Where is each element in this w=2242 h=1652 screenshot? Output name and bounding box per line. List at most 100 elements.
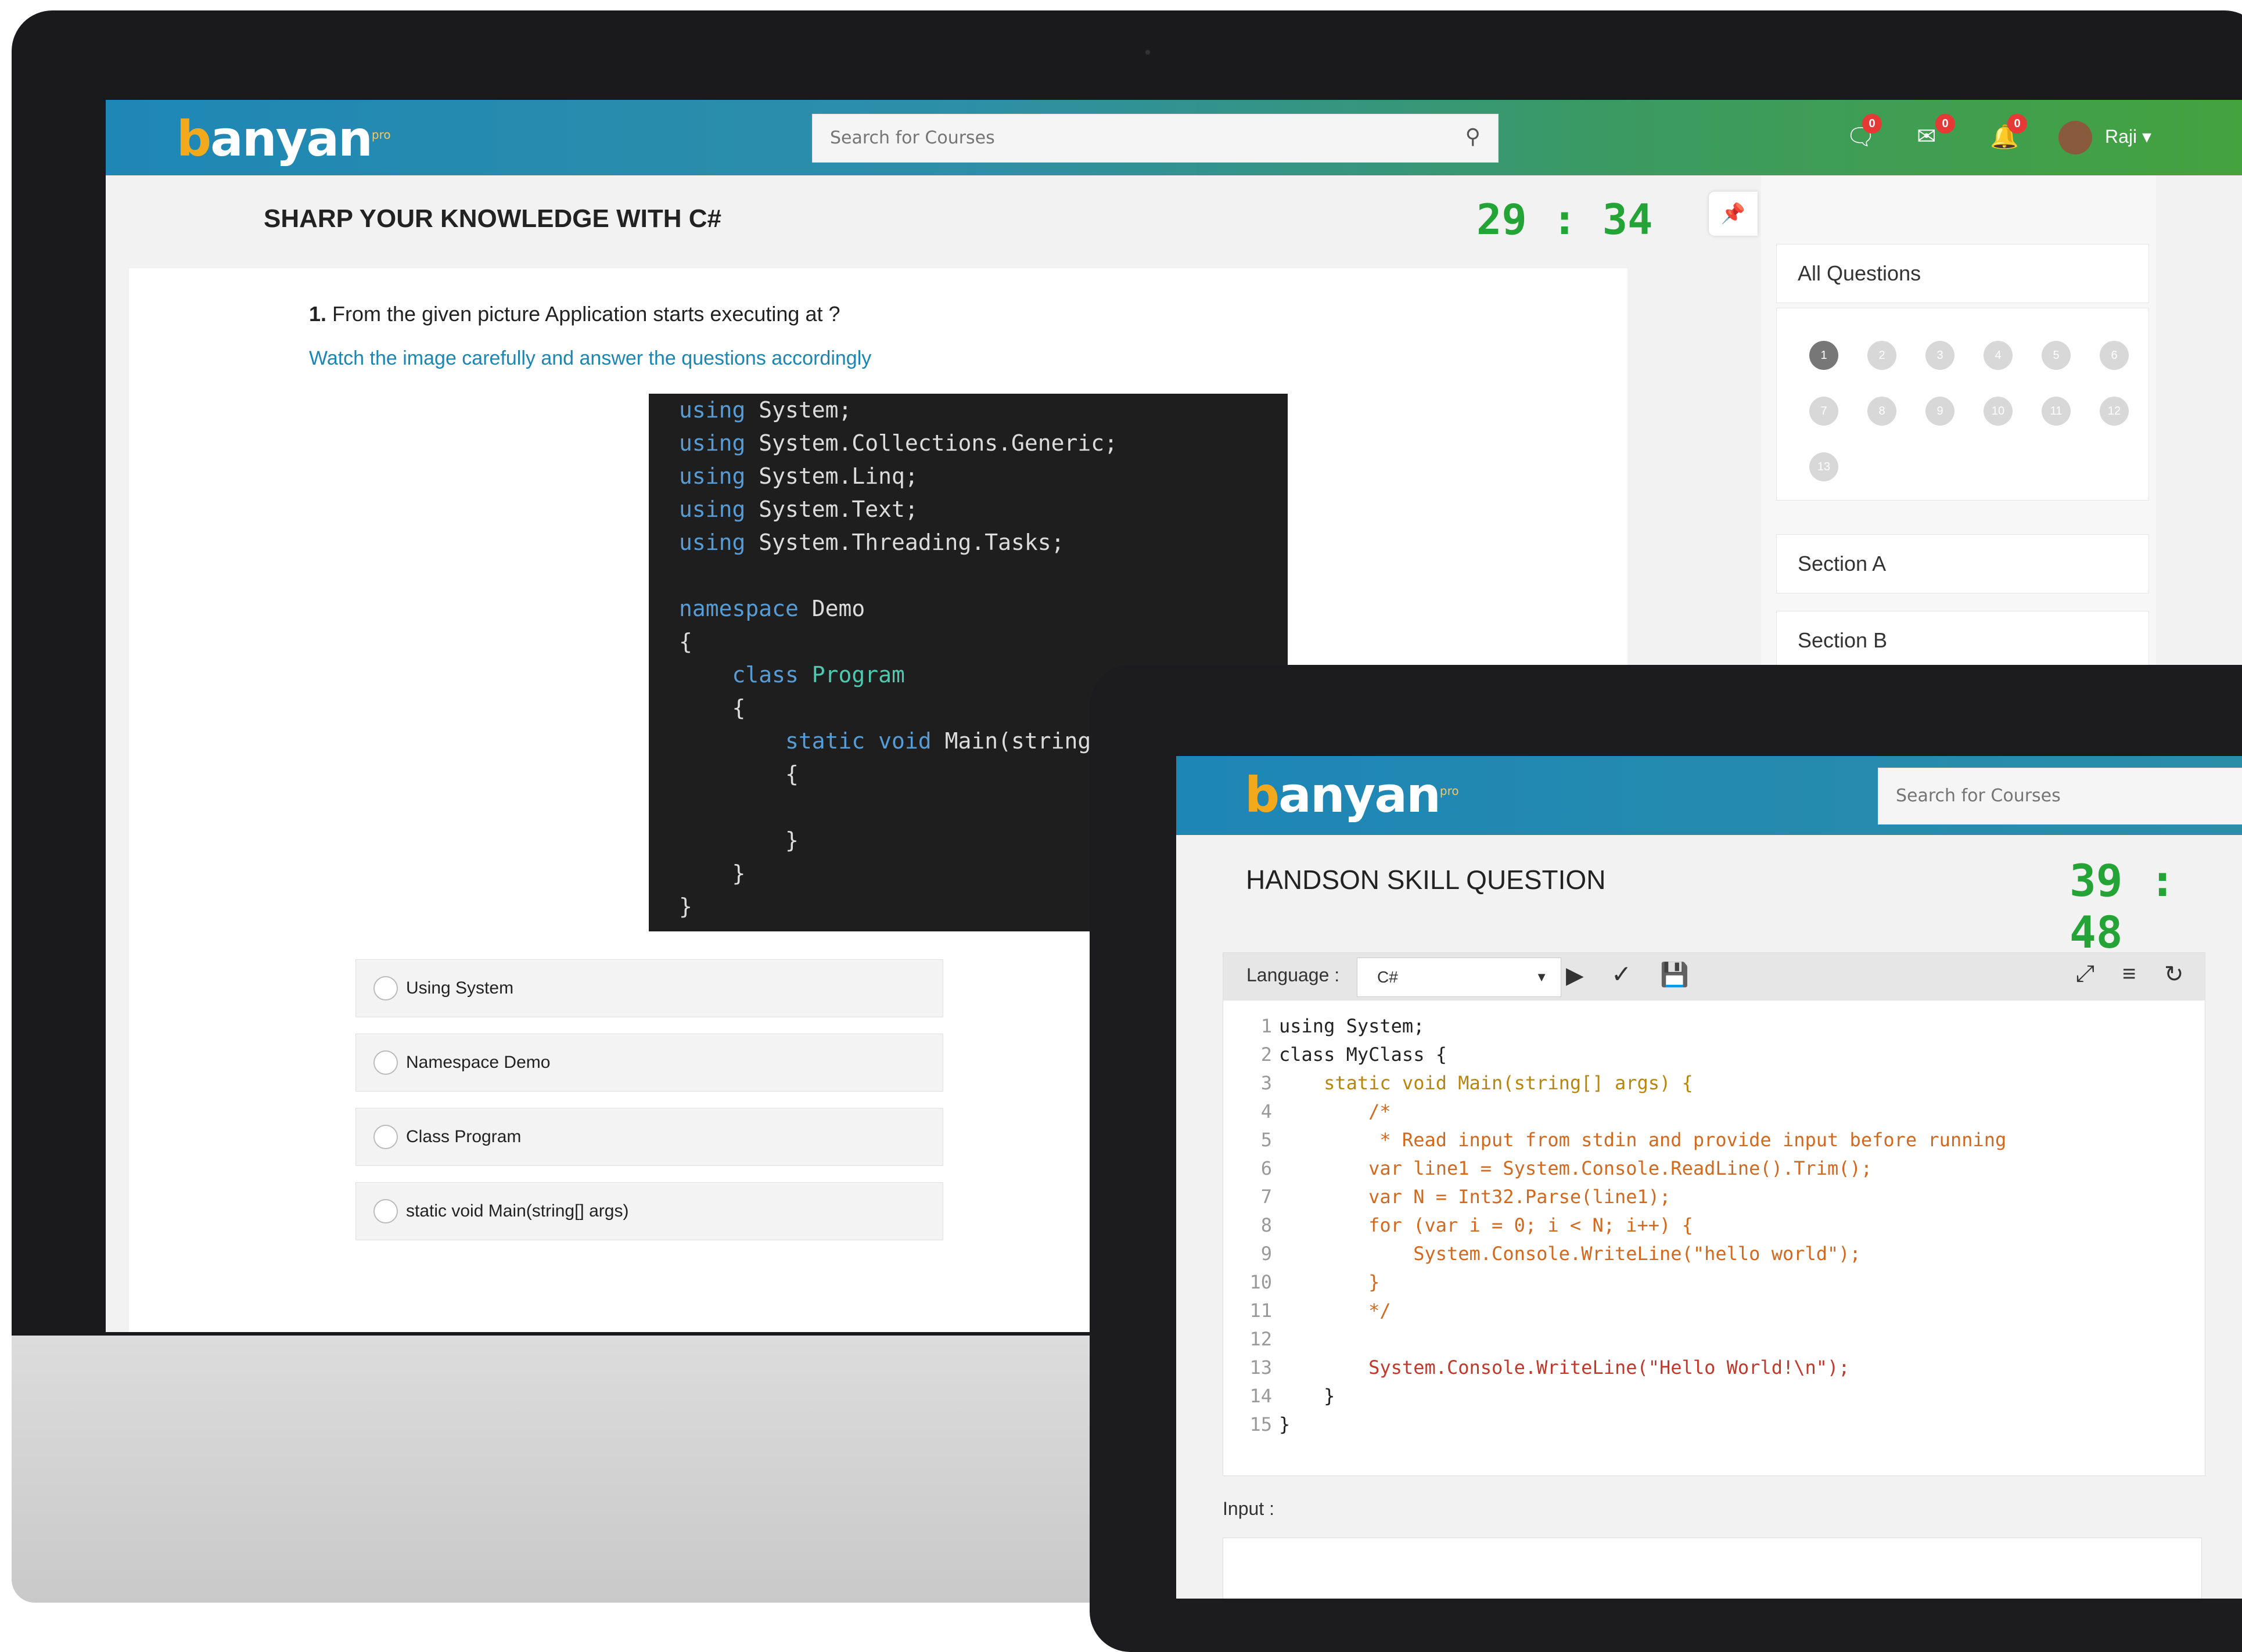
- search-input[interactable]: [1878, 768, 2242, 823]
- chevron-down-icon: ▾: [2142, 126, 2152, 147]
- save-icon[interactable]: 💾: [1660, 961, 1689, 988]
- pin-icon[interactable]: 📌: [1709, 192, 1758, 236]
- code-line: using System.Linq;: [679, 463, 918, 489]
- stdin-input[interactable]: [1223, 1538, 2202, 1599]
- code-line: /*: [1279, 1100, 1391, 1122]
- page-title: HANDSON SKILL QUESTION: [1246, 865, 1606, 895]
- line-numbers: 1 2 3 4 5 6 7 8 9 10 11 12 13 14 15: [1235, 1012, 1272, 1439]
- question-hint: Watch the image carefully and answer the…: [309, 347, 872, 369]
- code-line: var line1 = System.Console.ReadLine().Tr…: [1279, 1157, 1873, 1179]
- language-select[interactable]: C# ▼: [1357, 958, 1561, 997]
- code-line: }: [1279, 1413, 1291, 1435]
- input-label: Input :: [1223, 1498, 1274, 1519]
- line-number: 7: [1260, 1186, 1272, 1208]
- code-line: {: [679, 629, 692, 654]
- question-number-button[interactable]: 6: [2100, 341, 2129, 370]
- line-number: 9: [1260, 1243, 1272, 1265]
- answer-option[interactable]: Namespace Demo: [355, 1034, 943, 1092]
- code-line: namespace Demo: [679, 596, 865, 621]
- code-line: */: [1279, 1300, 1391, 1322]
- expand-icon[interactable]: ⤢: [2076, 961, 2094, 987]
- question-number-button[interactable]: 5: [2042, 341, 2071, 370]
- section-a[interactable]: Section A: [1776, 534, 2149, 593]
- bell-badge: 0: [2007, 114, 2027, 134]
- code-line: System.Console.WriteLine("Hello World!\n…: [1279, 1356, 1850, 1379]
- question-number-button[interactable]: 10: [1984, 397, 2013, 426]
- line-number: 3: [1260, 1072, 1272, 1094]
- line-number: 5: [1260, 1129, 1272, 1151]
- question-number-grid: 1 2 3 4 5 6 7 8 9 10 11 12 13: [1776, 308, 2149, 501]
- line-number: 15: [1249, 1413, 1272, 1435]
- code-line: * Read input from stdin and provide inpu…: [1279, 1129, 2007, 1151]
- editor-toolbar: Language : C# ▼ ▶ ✓ 💾 ⤢ ≡ ↻: [1223, 953, 2205, 1000]
- line-number: 13: [1249, 1356, 1272, 1379]
- answer-option[interactable]: static void Main(string[] args): [355, 1182, 943, 1240]
- code-line: static void Main(string[] args) {: [1279, 1072, 1693, 1094]
- question-number-button[interactable]: 13: [1809, 452, 1838, 481]
- user-menu[interactable]: Raji ▾: [2105, 125, 2151, 147]
- line-number: 11: [1249, 1300, 1272, 1322]
- tablet-screen: banyanpro HANDSON SKILL QUESTION 39 : 48…: [1176, 756, 2242, 1599]
- code-line: System.Console.WriteLine("hello world");: [1279, 1243, 1861, 1265]
- top-nav-bar: banyanpro: [1176, 756, 2242, 835]
- page-title: SHARP YOUR KNOWLEDGE WITH C#: [264, 204, 721, 233]
- code-line: }: [1279, 1385, 1335, 1407]
- question-number-button[interactable]: 3: [1925, 341, 1954, 370]
- code-editor: Language : C# ▼ ▶ ✓ 💾 ⤢ ≡ ↻ 1 2 3 4 5 6 7 8 9 10 1…: [1223, 952, 2205, 1476]
- banyan-logo[interactable]: banyanpro: [1245, 766, 1459, 823]
- code-line: }: [1279, 1271, 1380, 1293]
- quiz-timer: 29 : 34: [1476, 195, 1653, 244]
- search-input[interactable]: [813, 114, 1412, 161]
- question-number-button[interactable]: 11: [2042, 397, 2071, 426]
- code-line: using System;: [1279, 1015, 1425, 1037]
- all-questions-header[interactable]: All Questions: [1776, 244, 2149, 303]
- section-b[interactable]: Section B: [1776, 611, 2149, 670]
- search-icon[interactable]: ⚲: [1465, 125, 1481, 149]
- radio-button[interactable]: [373, 1199, 398, 1223]
- run-icon[interactable]: ▶: [1566, 962, 1584, 989]
- line-number: 14: [1249, 1385, 1272, 1407]
- line-number: 2: [1260, 1043, 1272, 1066]
- code-line: var N = Int32.Parse(line1);: [1279, 1186, 1671, 1208]
- question-number-button[interactable]: 4: [1984, 341, 2013, 370]
- mail-icon[interactable]: ✉: [1917, 123, 1936, 150]
- course-search-box[interactable]: ⚲: [812, 114, 1499, 163]
- answer-option[interactable]: Class Program: [355, 1108, 943, 1166]
- question-number-button[interactable]: 7: [1809, 397, 1838, 426]
- radio-button[interactable]: [373, 976, 398, 1000]
- line-number: 4: [1260, 1100, 1272, 1122]
- code-line: using System;: [679, 397, 852, 423]
- question-number-button[interactable]: 8: [1867, 397, 1896, 426]
- answer-option-label: Using System: [406, 978, 514, 998]
- radio-button[interactable]: [373, 1125, 398, 1149]
- avatar[interactable]: [2058, 121, 2092, 154]
- banyan-logo[interactable]: banyanpro: [177, 110, 391, 167]
- chat-badge: 0: [1862, 114, 1882, 134]
- radio-button[interactable]: [373, 1050, 398, 1075]
- language-label: Language :: [1246, 964, 1340, 985]
- format-icon[interactable]: ≡: [2122, 961, 2136, 987]
- reset-icon[interactable]: ↻: [2164, 961, 2184, 988]
- mail-badge: 0: [1935, 114, 1955, 134]
- answer-option-label: static void Main(string[] args): [406, 1201, 629, 1221]
- question-number-button[interactable]: 1: [1809, 341, 1838, 370]
- code-line: class MyClass {: [1279, 1043, 1447, 1066]
- skill-timer: 39 : 48: [2069, 855, 2176, 958]
- line-number: 12: [1249, 1328, 1272, 1350]
- line-number: 8: [1260, 1214, 1272, 1236]
- check-icon[interactable]: ✓: [1611, 960, 1632, 988]
- code-line: using System.Text;: [679, 496, 918, 522]
- monitor-camera: [1145, 50, 1150, 55]
- answer-option[interactable]: Using System: [355, 959, 943, 1017]
- line-number: 10: [1249, 1271, 1272, 1293]
- line-number: 6: [1260, 1157, 1272, 1179]
- course-search-box[interactable]: [1878, 768, 2242, 825]
- code-text[interactable]: using System; class MyClass { static void…: [1279, 1012, 2185, 1439]
- answer-option-label: Namespace Demo: [406, 1053, 551, 1072]
- code-line: using System.Collections.Generic;: [679, 430, 1118, 456]
- question-number-button[interactable]: 9: [1925, 397, 1954, 426]
- question-number-button[interactable]: 2: [1867, 341, 1896, 370]
- question-number-button[interactable]: 12: [2100, 397, 2129, 426]
